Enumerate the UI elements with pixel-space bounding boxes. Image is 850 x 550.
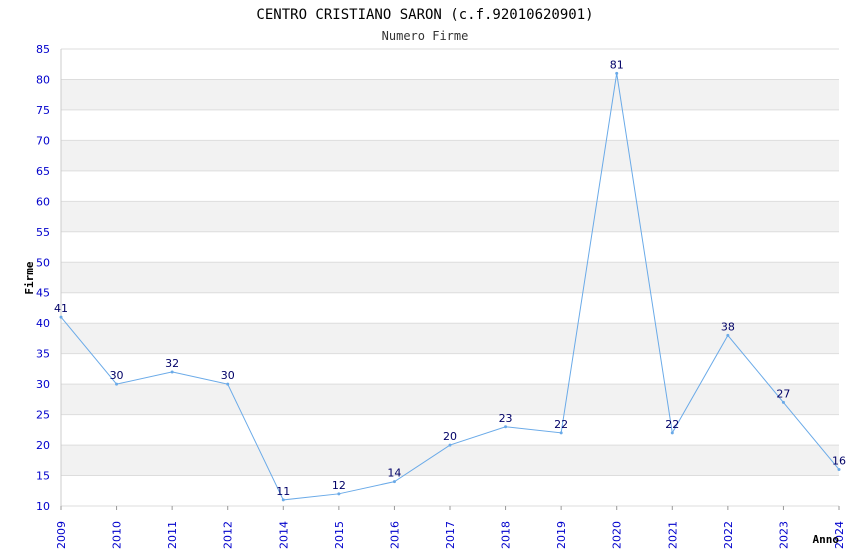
data-point [504, 425, 508, 429]
y-tick-label: 65 [36, 165, 50, 178]
data-point [337, 492, 341, 496]
y-tick-label: 20 [36, 439, 50, 452]
y-tick-label: 35 [36, 348, 50, 361]
x-tick-label: 2014 [277, 521, 290, 549]
chart-title: CENTRO CRISTIANO SARON (c.f.92010620901) [256, 7, 593, 23]
data-label: 32 [165, 357, 179, 370]
data-label: 81 [610, 58, 624, 71]
data-label: 11 [276, 485, 290, 498]
x-tick-label: 2019 [555, 521, 568, 549]
y-tick-label: 85 [36, 43, 50, 56]
grid-band [61, 140, 839, 171]
x-tick-label: 2021 [666, 521, 679, 549]
data-point [392, 480, 396, 484]
x-tick-label: 2015 [333, 521, 346, 549]
y-axis-label: Firme [23, 261, 36, 294]
data-label: 23 [499, 412, 513, 425]
x-tick-label: 2011 [166, 521, 179, 549]
y-tick-label: 50 [36, 256, 50, 269]
x-tick-label: 2023 [777, 521, 790, 549]
data-label: 41 [54, 302, 68, 315]
x-tick-label: 2016 [388, 521, 401, 549]
x-axis-label: Anno [813, 533, 840, 546]
grid-band [61, 201, 839, 232]
x-axis-ticks: 2009 2010 2011 2012 2014 2015 2016 2017 2018 2019… [55, 506, 846, 549]
grid-band [61, 445, 839, 476]
data-label: 14 [387, 467, 401, 480]
data-point [615, 71, 619, 75]
x-tick-label: 2012 [222, 521, 235, 549]
data-label: 27 [776, 387, 790, 400]
x-tick-label: 2022 [722, 521, 735, 549]
data-label: 16 [832, 454, 846, 467]
data-point [781, 400, 785, 404]
data-point [170, 370, 174, 374]
grid-bands [61, 79, 839, 476]
data-point [115, 382, 119, 386]
x-tick-label: 2017 [444, 521, 457, 549]
data-label: 22 [554, 418, 568, 431]
x-tick-label: 2020 [611, 521, 624, 549]
data-label: 30 [221, 369, 235, 382]
data-point [837, 467, 841, 471]
chart-subtitle: Numero Firme [382, 29, 469, 43]
y-tick-label: 45 [36, 287, 50, 300]
x-tick-label: 2009 [55, 521, 68, 549]
data-label: 30 [110, 369, 124, 382]
y-tick-label: 75 [36, 104, 50, 117]
grid-band [61, 384, 839, 415]
y-tick-label: 40 [36, 317, 50, 330]
x-tick-label: 2018 [500, 521, 513, 549]
y-tick-label: 70 [36, 134, 50, 147]
data-point [670, 431, 674, 435]
data-label: 22 [665, 418, 679, 431]
data-label: 38 [721, 320, 735, 333]
data-point [559, 431, 563, 435]
data-point [448, 443, 452, 447]
chart: CENTRO CRISTIANO SARON (c.f.92010620901)… [23, 7, 846, 549]
y-tick-label: 15 [36, 470, 50, 483]
data-point [226, 382, 230, 386]
data-point [726, 333, 730, 337]
y-axis-ticks: 10 15 20 25 30 35 40 45 50 55 60 65 70 75 80 85 [36, 43, 50, 513]
data-label: 20 [443, 430, 457, 443]
y-tick-label: 60 [36, 195, 50, 208]
x-tick-label: 2010 [111, 521, 124, 549]
data-label: 12 [332, 479, 346, 492]
data-point [59, 315, 63, 319]
y-tick-label: 55 [36, 226, 50, 239]
y-tick-label: 30 [36, 378, 50, 391]
y-tick-label: 10 [36, 500, 50, 513]
data-point [281, 498, 285, 502]
grid-band [61, 79, 839, 110]
y-tick-label: 25 [36, 409, 50, 422]
grid-band [61, 262, 839, 293]
y-tick-label: 80 [36, 73, 50, 86]
